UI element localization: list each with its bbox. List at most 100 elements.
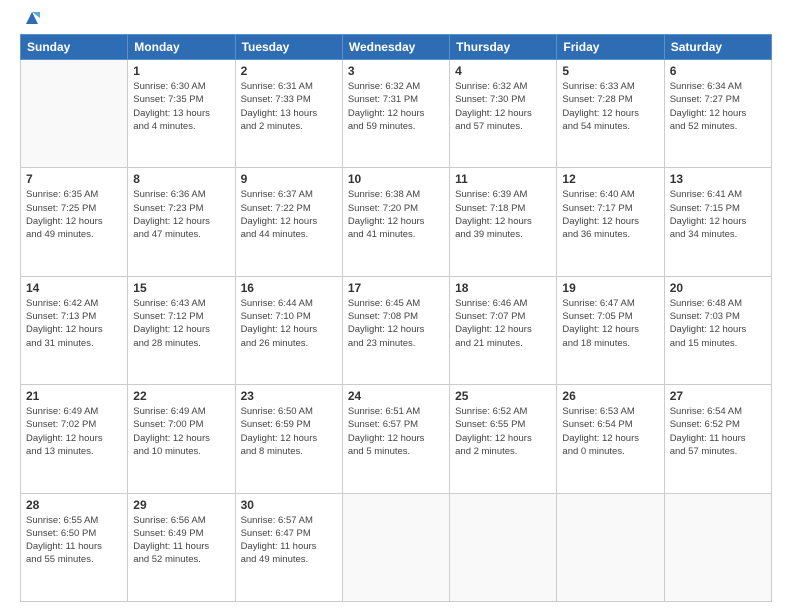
calendar-body: 1 Sunrise: 6:30 AM Sunset: 7:35 PM Daylig… bbox=[21, 60, 772, 602]
calendar-cell bbox=[557, 493, 664, 601]
day-number: 13 bbox=[670, 172, 766, 186]
col-header-thursday: Thursday bbox=[450, 35, 557, 60]
day-info: Sunrise: 6:55 AM Sunset: 6:50 PM Dayligh… bbox=[26, 514, 122, 567]
week-row-2: 14Sunrise: 6:42 AM Sunset: 7:13 PM Dayli… bbox=[21, 276, 772, 384]
calendar-cell: 22Sunrise: 6:49 AM Sunset: 7:00 PM Dayli… bbox=[128, 385, 235, 493]
day-info: Sunrise: 6:41 AM Sunset: 7:15 PM Dayligh… bbox=[670, 188, 766, 241]
calendar-cell: 15 Sunrise: 6:43 AM Sunset: 7:12 PM Dayli… bbox=[128, 276, 235, 384]
day-info: Sunrise: 6:52 AM Sunset: 6:55 PM Dayligh… bbox=[455, 405, 551, 458]
calendar-cell: 9Sunrise: 6:37 AM Sunset: 7:22 PM Daylig… bbox=[235, 168, 342, 276]
week-row-1: 7Sunrise: 6:35 AM Sunset: 7:25 PM Daylig… bbox=[21, 168, 772, 276]
day-number: 18 bbox=[455, 281, 551, 295]
day-number: 6 bbox=[670, 64, 766, 78]
logo-icon bbox=[22, 8, 42, 28]
day-number: 17 bbox=[348, 281, 444, 295]
col-header-friday: Friday bbox=[557, 35, 664, 60]
col-header-wednesday: Wednesday bbox=[342, 35, 449, 60]
day-info: Sunrise: 6:47 AM Sunset: 7:05 PM Dayligh… bbox=[562, 297, 658, 350]
calendar-cell: 11 Sunrise: 6:39 AM Sunset: 7:18 PM Dayli… bbox=[450, 168, 557, 276]
day-number: 25 bbox=[455, 389, 551, 403]
day-number: 29 bbox=[133, 498, 229, 512]
calendar-cell: 17 Sunrise: 6:45 AM Sunset: 7:08 PM Dayli… bbox=[342, 276, 449, 384]
week-row-3: 21 Sunrise: 6:49 AM Sunset: 7:02 PM Dayli… bbox=[21, 385, 772, 493]
calendar-cell bbox=[342, 493, 449, 601]
calendar-table: SundayMondayTuesdayWednesdayThursdayFrid… bbox=[20, 34, 772, 602]
day-number: 3 bbox=[348, 64, 444, 78]
calendar-cell: 8 Sunrise: 6:36 AM Sunset: 7:23 PM Daylig… bbox=[128, 168, 235, 276]
week-row-0: 1 Sunrise: 6:30 AM Sunset: 7:35 PM Daylig… bbox=[21, 60, 772, 168]
day-info: Sunrise: 6:31 AM Sunset: 7:33 PM Dayligh… bbox=[241, 80, 337, 133]
calendar-cell: 23 Sunrise: 6:50 AM Sunset: 6:59 PM Dayli… bbox=[235, 385, 342, 493]
calendar-cell: 29 Sunrise: 6:56 AM Sunset: 6:49 PM Dayli… bbox=[128, 493, 235, 601]
day-number: 16 bbox=[241, 281, 337, 295]
calendar-cell: 28 Sunrise: 6:55 AM Sunset: 6:50 PM Dayli… bbox=[21, 493, 128, 601]
day-info: Sunrise: 6:54 AM Sunset: 6:52 PM Dayligh… bbox=[670, 405, 766, 458]
day-number: 22 bbox=[133, 389, 229, 403]
calendar-cell: 24Sunrise: 6:51 AM Sunset: 6:57 PM Dayli… bbox=[342, 385, 449, 493]
day-info: Sunrise: 6:32 AM Sunset: 7:30 PM Dayligh… bbox=[455, 80, 551, 133]
calendar-cell: 19 Sunrise: 6:47 AM Sunset: 7:05 PM Dayli… bbox=[557, 276, 664, 384]
calendar-cell: 10 Sunrise: 6:38 AM Sunset: 7:20 PM Dayli… bbox=[342, 168, 449, 276]
calendar-cell: 6 Sunrise: 6:34 AM Sunset: 7:27 PM Daylig… bbox=[664, 60, 771, 168]
day-number: 30 bbox=[241, 498, 337, 512]
day-info: Sunrise: 6:39 AM Sunset: 7:18 PM Dayligh… bbox=[455, 188, 551, 241]
logo bbox=[20, 18, 42, 24]
calendar-cell: 7Sunrise: 6:35 AM Sunset: 7:25 PM Daylig… bbox=[21, 168, 128, 276]
col-header-tuesday: Tuesday bbox=[235, 35, 342, 60]
calendar-cell: 14Sunrise: 6:42 AM Sunset: 7:13 PM Dayli… bbox=[21, 276, 128, 384]
day-number: 7 bbox=[26, 172, 122, 186]
day-info: Sunrise: 6:30 AM Sunset: 7:35 PM Dayligh… bbox=[133, 80, 229, 133]
day-number: 19 bbox=[562, 281, 658, 295]
calendar-cell bbox=[664, 493, 771, 601]
col-header-saturday: Saturday bbox=[664, 35, 771, 60]
week-row-4: 28 Sunrise: 6:55 AM Sunset: 6:50 PM Dayli… bbox=[21, 493, 772, 601]
calendar-cell: 26Sunrise: 6:53 AM Sunset: 6:54 PM Dayli… bbox=[557, 385, 664, 493]
day-info: Sunrise: 6:43 AM Sunset: 7:12 PM Dayligh… bbox=[133, 297, 229, 350]
day-info: Sunrise: 6:42 AM Sunset: 7:13 PM Dayligh… bbox=[26, 297, 122, 350]
day-number: 21 bbox=[26, 389, 122, 403]
day-info: Sunrise: 6:44 AM Sunset: 7:10 PM Dayligh… bbox=[241, 297, 337, 350]
calendar-cell: 5Sunrise: 6:33 AM Sunset: 7:28 PM Daylig… bbox=[557, 60, 664, 168]
day-info: Sunrise: 6:57 AM Sunset: 6:47 PM Dayligh… bbox=[241, 514, 337, 567]
calendar-cell bbox=[450, 493, 557, 601]
day-number: 4 bbox=[455, 64, 551, 78]
day-number: 28 bbox=[26, 498, 122, 512]
calendar-cell: 12Sunrise: 6:40 AM Sunset: 7:17 PM Dayli… bbox=[557, 168, 664, 276]
calendar-cell: 18 Sunrise: 6:46 AM Sunset: 7:07 PM Dayli… bbox=[450, 276, 557, 384]
calendar-cell: 1 Sunrise: 6:30 AM Sunset: 7:35 PM Daylig… bbox=[128, 60, 235, 168]
day-info: Sunrise: 6:56 AM Sunset: 6:49 PM Dayligh… bbox=[133, 514, 229, 567]
day-number: 2 bbox=[241, 64, 337, 78]
day-number: 27 bbox=[670, 389, 766, 403]
calendar-cell bbox=[21, 60, 128, 168]
day-number: 10 bbox=[348, 172, 444, 186]
day-info: Sunrise: 6:50 AM Sunset: 6:59 PM Dayligh… bbox=[241, 405, 337, 458]
page: SundayMondayTuesdayWednesdayThursdayFrid… bbox=[0, 0, 792, 612]
column-headers: SundayMondayTuesdayWednesdayThursdayFrid… bbox=[21, 35, 772, 60]
col-header-monday: Monday bbox=[128, 35, 235, 60]
day-info: Sunrise: 6:36 AM Sunset: 7:23 PM Dayligh… bbox=[133, 188, 229, 241]
day-info: Sunrise: 6:38 AM Sunset: 7:20 PM Dayligh… bbox=[348, 188, 444, 241]
calendar-cell: 4 Sunrise: 6:32 AM Sunset: 7:30 PM Daylig… bbox=[450, 60, 557, 168]
day-number: 23 bbox=[241, 389, 337, 403]
day-info: Sunrise: 6:46 AM Sunset: 7:07 PM Dayligh… bbox=[455, 297, 551, 350]
day-number: 15 bbox=[133, 281, 229, 295]
day-info: Sunrise: 6:45 AM Sunset: 7:08 PM Dayligh… bbox=[348, 297, 444, 350]
day-number: 12 bbox=[562, 172, 658, 186]
day-info: Sunrise: 6:49 AM Sunset: 7:02 PM Dayligh… bbox=[26, 405, 122, 458]
day-number: 20 bbox=[670, 281, 766, 295]
calendar-cell: 30 Sunrise: 6:57 AM Sunset: 6:47 PM Dayli… bbox=[235, 493, 342, 601]
calendar-cell: 21 Sunrise: 6:49 AM Sunset: 7:02 PM Dayli… bbox=[21, 385, 128, 493]
day-number: 11 bbox=[455, 172, 551, 186]
day-number: 9 bbox=[241, 172, 337, 186]
calendar-cell: 20Sunrise: 6:48 AM Sunset: 7:03 PM Dayli… bbox=[664, 276, 771, 384]
day-number: 8 bbox=[133, 172, 229, 186]
calendar-cell: 16 Sunrise: 6:44 AM Sunset: 7:10 PM Dayli… bbox=[235, 276, 342, 384]
day-info: Sunrise: 6:34 AM Sunset: 7:27 PM Dayligh… bbox=[670, 80, 766, 133]
day-info: Sunrise: 6:32 AM Sunset: 7:31 PM Dayligh… bbox=[348, 80, 444, 133]
day-number: 24 bbox=[348, 389, 444, 403]
calendar-cell: 25 Sunrise: 6:52 AM Sunset: 6:55 PM Dayli… bbox=[450, 385, 557, 493]
day-number: 26 bbox=[562, 389, 658, 403]
col-header-sunday: Sunday bbox=[21, 35, 128, 60]
day-number: 1 bbox=[133, 64, 229, 78]
calendar-cell: 2 Sunrise: 6:31 AM Sunset: 7:33 PM Daylig… bbox=[235, 60, 342, 168]
